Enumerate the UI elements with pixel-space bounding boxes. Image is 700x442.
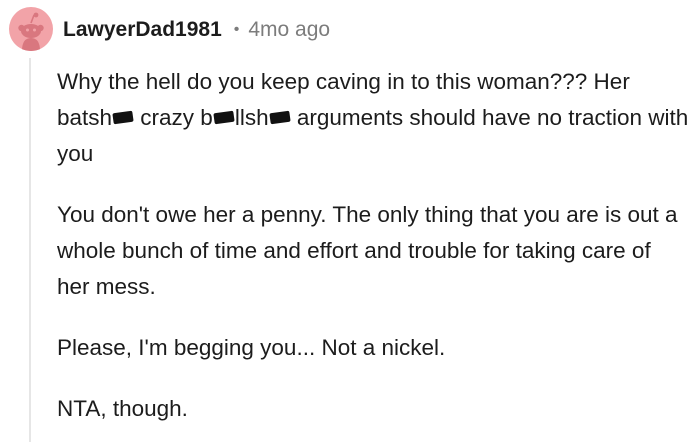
comment-paragraph: You don't owe her a penny. The only thin… (57, 202, 678, 299)
comment-paragraph: Please, I'm begging you... Not a nickel. (57, 335, 446, 360)
thread-line[interactable] (29, 58, 31, 442)
comment-body: Why the hell do you keep caving in to th… (57, 64, 689, 427)
comment-paragraph: Why the hell do you keep caving in to th… (57, 64, 689, 172)
comment-paragraph: NTA, though. (57, 396, 188, 421)
user-avatar[interactable] (9, 7, 53, 51)
comment-header: LawyerDad1981 • 4mo ago (63, 15, 330, 45)
username[interactable]: LawyerDad1981 (63, 18, 222, 42)
comment: LawyerDad1981 • 4mo ago Why the hell do … (0, 0, 700, 442)
redaction-mark (268, 110, 291, 124)
meta-separator: • (233, 21, 240, 38)
comment-text: llsh (234, 105, 269, 130)
comment-age: 4mo ago (248, 18, 331, 41)
comment-text: crazy b (134, 105, 213, 130)
redaction-mark (112, 110, 134, 124)
snoo-avatar-icon (18, 12, 44, 51)
redaction-mark (213, 110, 235, 124)
